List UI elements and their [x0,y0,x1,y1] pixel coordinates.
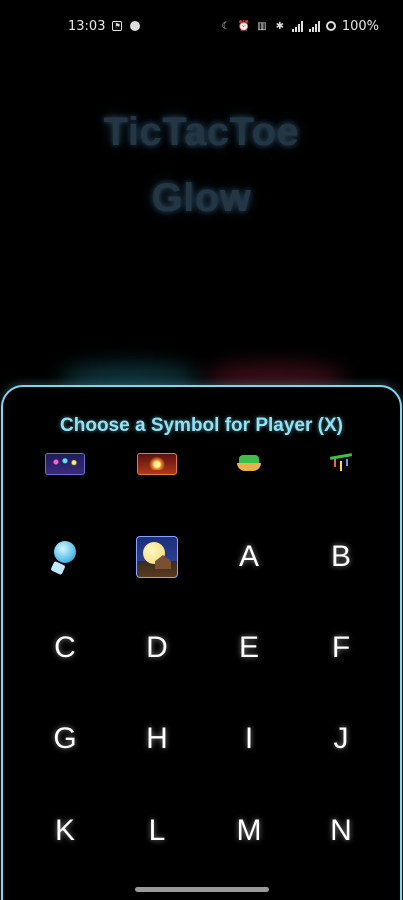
app-title-line-1: TicTacToe [103,110,300,154]
wind-chime-emoji-icon [48,537,82,577]
app-title-line-2: Glow [151,176,252,220]
battery-level: 100% [341,18,379,34]
status-time: 13:03 [68,18,106,34]
signal-2-icon [308,20,320,32]
status-bar: 13:03 ⚑ ☾ ⏰ ▥ ✱ 100% [0,0,403,52]
moon-viewing-emoji-icon [136,536,178,578]
symbol-option-b[interactable]: B [301,517,381,597]
bluetooth-icon: ✱ [275,20,285,32]
notification-icon: ⚑ [112,21,123,31]
do-not-disturb-icon: ☾ [221,20,231,32]
alarm-icon: ⏰ [237,20,251,32]
symbol-option-f[interactable]: F [301,608,381,688]
symbol-option-k[interactable]: K [25,791,105,871]
battery-icon [325,21,336,31]
status-left: 13:03 ⚑ [68,19,141,34]
app-notification-icon [129,20,141,32]
vibrate-icon: ▥ [257,20,267,32]
symbol-option-e[interactable]: E [209,608,289,688]
symbol-option-sparkler[interactable] [117,439,197,489]
symbol-option-moon-viewing[interactable] [117,517,197,597]
boat-emoji-icon [237,455,261,473]
bamboo-decoration-emoji-icon [328,454,354,474]
symbol-picker-sheet: Choose a Symbol for Player (X) A B C D E… [1,385,402,900]
symbol-option-bamboo[interactable] [301,439,381,489]
status-right: ☾ ⏰ ▥ ✱ 100% [220,19,379,34]
symbol-option-m[interactable]: M [209,791,289,871]
symbol-option-h[interactable]: H [117,699,197,779]
screen: 13:03 ⚑ ☾ ⏰ ▥ ✱ 100% TicTacToe Glow Choo… [0,0,403,900]
sheet-heading: Choose a Symbol for Player (X) [60,415,343,436]
symbol-option-i[interactable]: I [209,699,289,779]
symbol-option-c[interactable]: C [25,608,105,688]
symbol-option-d[interactable]: D [117,608,197,688]
symbol-option-l[interactable]: L [117,791,197,871]
symbol-option-a[interactable]: A [209,517,289,597]
signal-icon [291,20,303,32]
fireworks-emoji-icon [45,453,85,475]
symbol-option-g[interactable]: G [25,699,105,779]
symbol-option-j[interactable]: J [301,699,381,779]
symbol-option-wind-chime[interactable] [25,517,105,597]
symbol-option-boat[interactable] [209,439,289,489]
symbol-option-n[interactable]: N [301,791,381,871]
sparkler-emoji-icon [137,453,177,475]
gesture-nav-handle[interactable] [134,887,269,892]
symbol-option-fireworks[interactable] [25,439,105,489]
